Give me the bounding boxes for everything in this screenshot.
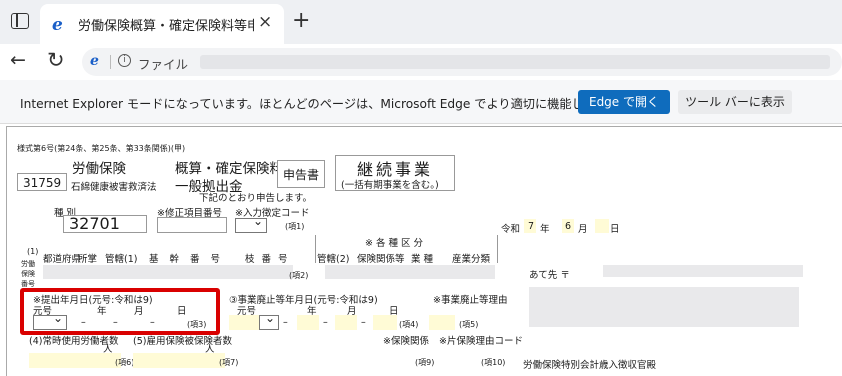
reload-button[interactable]: ↻	[47, 48, 65, 72]
col-header-labor-no: 労働保険番号	[21, 260, 35, 288]
ie-mode-banner: Internet Explorer モードになっています。ほとんどのページは、M…	[0, 80, 842, 124]
address-block-redacted	[529, 287, 799, 327]
divider	[110, 55, 111, 69]
correction-input[interactable]	[157, 217, 227, 233]
input-code-select[interactable]	[235, 214, 267, 233]
open-in-edge-button[interactable]: Edge で開く	[578, 90, 670, 114]
address-label: あて先 〒	[529, 270, 570, 281]
day-unit: 日	[610, 224, 620, 235]
abolish-year-field[interactable]	[297, 315, 319, 330]
revenue-officer-label: 労働保険特別会計歳入徴収官殿	[523, 360, 657, 371]
navigation-bar: ← ↻ e i ファイル	[0, 44, 842, 80]
address-url-redacted[interactable]	[200, 55, 830, 69]
dash: –	[323, 317, 328, 328]
show-in-toolbar-button[interactable]: ツール バーに表示	[678, 90, 792, 114]
new-tab-button[interactable]: +	[292, 8, 310, 33]
date-day-field[interactable]	[595, 219, 609, 233]
abolish-era-select[interactable]	[259, 311, 279, 330]
form-number: 様式第6号(第24条、第25条、第33条関係)(甲)	[17, 144, 186, 153]
business-note: (一括有期事業を含む。)	[341, 180, 439, 191]
declare-text: 下記のとおり申告します。	[199, 193, 313, 204]
item2-label: (項2)	[289, 271, 309, 280]
item1-label: (項1)	[285, 222, 305, 231]
address-scheme-label: ファイル	[138, 57, 189, 72]
workers-field[interactable]	[29, 353, 121, 368]
ie-mode-icon[interactable]: e	[90, 53, 99, 69]
highlight-submit-date	[20, 288, 220, 335]
abolish-day-field[interactable]	[373, 315, 397, 330]
info-icon[interactable]: i	[118, 54, 131, 67]
divider	[315, 235, 316, 263]
banner-message: Internet Explorer モードになっています。ほとんどのページは、M…	[20, 97, 620, 111]
abolish-reason-label: ※事業廃止等理由	[433, 295, 508, 306]
labor-number-redacted	[43, 265, 293, 279]
sections-redacted	[325, 265, 495, 279]
abolish-month-field[interactable]	[335, 315, 357, 330]
col-insurance-relation: 保険関係等	[357, 254, 405, 265]
tab-bar: e 労働保険概算・確定保険料等申告書 × +	[0, 0, 842, 44]
col-header-index: (1)	[27, 247, 39, 256]
application-label: 申告書	[283, 168, 320, 182]
item4-label: (項4)	[399, 320, 419, 329]
doc-type-estimate: 概算・確定保険料	[175, 161, 283, 177]
sections-label: ※ 各 種 区 分	[365, 238, 424, 249]
browser-tab[interactable]: e 労働保険概算・確定保険料等申告書 ×	[40, 4, 284, 44]
tab-actions-icon[interactable]	[11, 13, 29, 29]
col-jurisdiction: 管轄(1)	[105, 254, 138, 265]
insurance-name: 労働保険	[72, 161, 126, 177]
back-button[interactable]: ←	[10, 49, 26, 71]
tab-title: 労働保険概算・確定保険料等申告書	[78, 19, 254, 34]
employed-field[interactable]	[133, 353, 225, 368]
col-basic-number: 基 幹 番 号	[149, 254, 225, 265]
item6-label: (項6)	[115, 358, 135, 367]
input-code-label: ※入力徴定コード	[235, 208, 310, 219]
col-industry: 業 種	[411, 254, 434, 265]
close-tab-icon[interactable]: ×	[258, 12, 272, 32]
address-bar[interactable]: e i ファイル	[82, 48, 842, 76]
year-unit: 年	[540, 224, 550, 235]
divider	[497, 235, 498, 263]
item7-label: (項7)	[219, 358, 239, 367]
dash: –	[283, 317, 288, 328]
dash: –	[361, 317, 366, 328]
item5-label: (項5)	[459, 320, 479, 329]
date-era: 令和	[501, 224, 521, 235]
form-code: 31759	[23, 176, 62, 190]
address-redacted	[603, 265, 803, 277]
ie-mode-icon: e	[52, 15, 63, 35]
insurance-relation-label: ※保険関係	[383, 336, 429, 347]
col-category: 産業分類	[452, 254, 491, 265]
date-month: 6	[565, 221, 572, 232]
category-value: 32701	[69, 214, 120, 233]
col-branch-number: 枝 番 号	[245, 254, 290, 265]
reason-code-label: ※片保険理由コード	[439, 336, 523, 347]
month-unit: 月	[578, 224, 588, 235]
item9-label: (項9)	[415, 358, 435, 367]
asbestos-relief-label: 石綿健康被害救済法	[71, 182, 157, 193]
form-page: 様式第6号(第24条、第25条、第33条関係)(甲) 31759 労働保険 石綿…	[6, 126, 842, 376]
col-jurisdiction2: 管轄(2)	[317, 254, 350, 265]
employed-label: (5)雇用保険被保険者数	[133, 336, 232, 347]
col-prefecture: 都道府県	[43, 254, 82, 265]
col-office: 所掌	[78, 254, 98, 265]
item10-label: (項10)	[481, 358, 506, 367]
date-year: 7	[528, 221, 535, 232]
abolish-reason-field[interactable]	[429, 315, 455, 330]
